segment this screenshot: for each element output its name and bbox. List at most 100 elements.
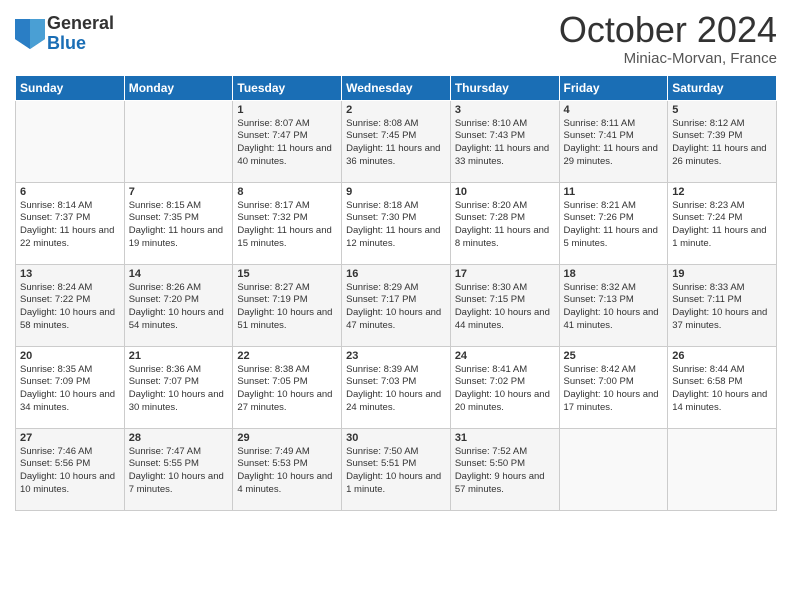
cell-info: Sunrise: 8:42 AM Sunset: 7:00 PM Dayligh… bbox=[564, 364, 664, 415]
cell-info: Sunrise: 7:47 AM Sunset: 5:55 PM Dayligh… bbox=[129, 446, 229, 497]
day-number: 25 bbox=[564, 350, 664, 362]
cell-info: Sunrise: 8:26 AM Sunset: 7:20 PM Dayligh… bbox=[129, 282, 229, 333]
col-monday: Monday bbox=[124, 75, 233, 100]
logo-blue-text: Blue bbox=[47, 34, 114, 54]
cell-info: Sunrise: 8:41 AM Sunset: 7:02 PM Dayligh… bbox=[455, 364, 555, 415]
day-number: 7 bbox=[129, 186, 229, 198]
day-number: 12 bbox=[672, 186, 772, 198]
cell-info: Sunrise: 8:10 AM Sunset: 7:43 PM Dayligh… bbox=[455, 118, 555, 169]
cell-w2-d5: 18 Sunrise: 8:32 AM Sunset: 7:13 PM Dayli… bbox=[559, 264, 668, 346]
day-number: 11 bbox=[564, 186, 664, 198]
cell-w1-d1: 7 Sunrise: 8:15 AM Sunset: 7:35 PM Daylig… bbox=[124, 182, 233, 264]
day-number: 18 bbox=[564, 268, 664, 280]
cell-info: Sunrise: 8:18 AM Sunset: 7:30 PM Dayligh… bbox=[346, 200, 446, 251]
week-row-2: 13 Sunrise: 8:24 AM Sunset: 7:22 PM Dayli… bbox=[16, 264, 777, 346]
day-number: 19 bbox=[672, 268, 772, 280]
day-number: 14 bbox=[129, 268, 229, 280]
cell-w0-d4: 3Sunrise: 8:10 AM Sunset: 7:43 PM Daylig… bbox=[450, 100, 559, 182]
day-number: 9 bbox=[346, 186, 446, 198]
day-number: 26 bbox=[672, 350, 772, 362]
cell-w2-d0: 13 Sunrise: 8:24 AM Sunset: 7:22 PM Dayli… bbox=[16, 264, 125, 346]
day-number: 5 bbox=[672, 104, 772, 116]
header-row: Sunday Monday Tuesday Wednesday Thursday… bbox=[16, 75, 777, 100]
day-number: 23 bbox=[346, 350, 446, 362]
cell-info: Sunrise: 8:20 AM Sunset: 7:28 PM Dayligh… bbox=[455, 200, 555, 251]
cell-w1-d0: 6 Sunrise: 8:14 AM Sunset: 7:37 PM Daylig… bbox=[16, 182, 125, 264]
cell-w1-d2: 8Sunrise: 8:17 AM Sunset: 7:32 PM Daylig… bbox=[233, 182, 342, 264]
day-number: 8 bbox=[237, 186, 337, 198]
cell-info: Sunrise: 7:50 AM Sunset: 5:51 PM Dayligh… bbox=[346, 446, 446, 497]
cell-w0-d5: 4Sunrise: 8:11 AM Sunset: 7:41 PM Daylig… bbox=[559, 100, 668, 182]
title-section: October 2024 Miniac-Morvan, France bbox=[559, 10, 777, 67]
day-number: 27 bbox=[20, 432, 120, 444]
col-wednesday: Wednesday bbox=[342, 75, 451, 100]
day-number: 30 bbox=[346, 432, 446, 444]
day-number: 2 bbox=[346, 104, 446, 116]
header: General Blue October 2024 Miniac-Morvan,… bbox=[15, 10, 777, 67]
day-number: 21 bbox=[129, 350, 229, 362]
day-number: 31 bbox=[455, 432, 555, 444]
cell-w1-d6: 12 Sunrise: 8:23 AM Sunset: 7:24 PM Dayli… bbox=[668, 182, 777, 264]
cell-info: Sunrise: 8:24 AM Sunset: 7:22 PM Dayligh… bbox=[20, 282, 120, 333]
cell-w1-d4: 10 Sunrise: 8:20 AM Sunset: 7:28 PM Dayli… bbox=[450, 182, 559, 264]
week-row-0: 1Sunrise: 8:07 AM Sunset: 7:47 PM Daylig… bbox=[16, 100, 777, 182]
cell-info: Sunrise: 8:44 AM Sunset: 6:58 PM Dayligh… bbox=[672, 364, 772, 415]
location-subtitle: Miniac-Morvan, France bbox=[559, 50, 777, 67]
cell-w2-d3: 16Sunrise: 8:29 AM Sunset: 7:17 PM Dayli… bbox=[342, 264, 451, 346]
cell-info: Sunrise: 7:52 AM Sunset: 5:50 PM Dayligh… bbox=[455, 446, 555, 497]
cell-info: Sunrise: 8:23 AM Sunset: 7:24 PM Dayligh… bbox=[672, 200, 772, 251]
day-number: 29 bbox=[237, 432, 337, 444]
day-number: 10 bbox=[455, 186, 555, 198]
logo-icon bbox=[15, 19, 45, 49]
cell-w0-d2: 1Sunrise: 8:07 AM Sunset: 7:47 PM Daylig… bbox=[233, 100, 342, 182]
cell-w3-d5: 25 Sunrise: 8:42 AM Sunset: 7:00 PM Dayli… bbox=[559, 346, 668, 428]
day-number: 6 bbox=[20, 186, 120, 198]
logo-general-text: General bbox=[47, 14, 114, 34]
cell-w3-d2: 22 Sunrise: 8:38 AM Sunset: 7:05 PM Dayli… bbox=[233, 346, 342, 428]
cell-w3-d1: 21 Sunrise: 8:36 AM Sunset: 7:07 PM Dayli… bbox=[124, 346, 233, 428]
col-sunday: Sunday bbox=[16, 75, 125, 100]
cell-w4-d2: 29Sunrise: 7:49 AM Sunset: 5:53 PM Dayli… bbox=[233, 428, 342, 510]
cell-w4-d1: 28 Sunrise: 7:47 AM Sunset: 5:55 PM Dayli… bbox=[124, 428, 233, 510]
calendar-table: Sunday Monday Tuesday Wednesday Thursday… bbox=[15, 75, 777, 511]
cell-w3-d3: 23 Sunrise: 8:39 AM Sunset: 7:03 PM Dayli… bbox=[342, 346, 451, 428]
day-number: 28 bbox=[129, 432, 229, 444]
cell-info: Sunrise: 8:14 AM Sunset: 7:37 PM Dayligh… bbox=[20, 200, 120, 251]
cell-info: Sunrise: 8:27 AM Sunset: 7:19 PM Dayligh… bbox=[237, 282, 337, 333]
cell-w3-d6: 26 Sunrise: 8:44 AM Sunset: 6:58 PM Dayli… bbox=[668, 346, 777, 428]
cell-info: Sunrise: 8:12 AM Sunset: 7:39 PM Dayligh… bbox=[672, 118, 772, 169]
logo-text: General Blue bbox=[47, 14, 114, 54]
week-row-4: 27 Sunrise: 7:46 AM Sunset: 5:56 PM Dayli… bbox=[16, 428, 777, 510]
month-title: October 2024 bbox=[559, 10, 777, 50]
cell-w2-d2: 15Sunrise: 8:27 AM Sunset: 7:19 PM Dayli… bbox=[233, 264, 342, 346]
cell-info: Sunrise: 8:33 AM Sunset: 7:11 PM Dayligh… bbox=[672, 282, 772, 333]
cell-info: Sunrise: 8:35 AM Sunset: 7:09 PM Dayligh… bbox=[20, 364, 120, 415]
cell-info: Sunrise: 8:38 AM Sunset: 7:05 PM Dayligh… bbox=[237, 364, 337, 415]
cell-info: Sunrise: 8:36 AM Sunset: 7:07 PM Dayligh… bbox=[129, 364, 229, 415]
day-number: 1 bbox=[237, 104, 337, 116]
cell-info: Sunrise: 8:21 AM Sunset: 7:26 PM Dayligh… bbox=[564, 200, 664, 251]
cell-w0-d3: 2Sunrise: 8:08 AM Sunset: 7:45 PM Daylig… bbox=[342, 100, 451, 182]
cell-info: Sunrise: 8:39 AM Sunset: 7:03 PM Dayligh… bbox=[346, 364, 446, 415]
day-number: 13 bbox=[20, 268, 120, 280]
cell-w0-d1 bbox=[124, 100, 233, 182]
cell-w4-d5 bbox=[559, 428, 668, 510]
cell-info: Sunrise: 8:11 AM Sunset: 7:41 PM Dayligh… bbox=[564, 118, 664, 169]
cell-w2-d4: 17 Sunrise: 8:30 AM Sunset: 7:15 PM Dayli… bbox=[450, 264, 559, 346]
cell-w4-d4: 31 Sunrise: 7:52 AM Sunset: 5:50 PM Dayli… bbox=[450, 428, 559, 510]
day-number: 20 bbox=[20, 350, 120, 362]
cell-w3-d0: 20 Sunrise: 8:35 AM Sunset: 7:09 PM Dayli… bbox=[16, 346, 125, 428]
cell-w1-d5: 11 Sunrise: 8:21 AM Sunset: 7:26 PM Dayli… bbox=[559, 182, 668, 264]
week-row-3: 20 Sunrise: 8:35 AM Sunset: 7:09 PM Dayli… bbox=[16, 346, 777, 428]
cell-info: Sunrise: 7:46 AM Sunset: 5:56 PM Dayligh… bbox=[20, 446, 120, 497]
day-number: 22 bbox=[237, 350, 337, 362]
cell-w4-d0: 27 Sunrise: 7:46 AM Sunset: 5:56 PM Dayli… bbox=[16, 428, 125, 510]
day-number: 17 bbox=[455, 268, 555, 280]
cell-w3-d4: 24Sunrise: 8:41 AM Sunset: 7:02 PM Dayli… bbox=[450, 346, 559, 428]
col-tuesday: Tuesday bbox=[233, 75, 342, 100]
col-friday: Friday bbox=[559, 75, 668, 100]
cell-w2-d1: 14 Sunrise: 8:26 AM Sunset: 7:20 PM Dayli… bbox=[124, 264, 233, 346]
cell-info: Sunrise: 8:15 AM Sunset: 7:35 PM Dayligh… bbox=[129, 200, 229, 251]
cell-info: Sunrise: 8:30 AM Sunset: 7:15 PM Dayligh… bbox=[455, 282, 555, 333]
cell-info: Sunrise: 8:32 AM Sunset: 7:13 PM Dayligh… bbox=[564, 282, 664, 333]
